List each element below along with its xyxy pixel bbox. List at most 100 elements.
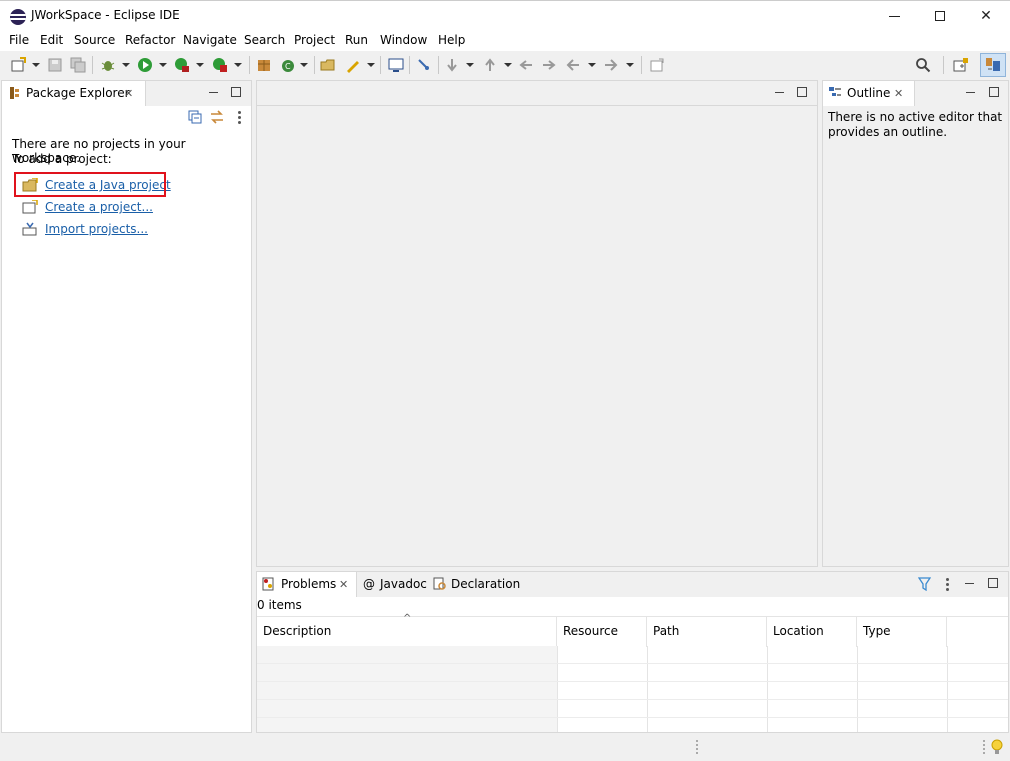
run-dropdown-icon[interactable] — [159, 63, 167, 67]
close-icon[interactable]: ✕ — [339, 578, 348, 591]
forward-dropdown-icon[interactable] — [626, 63, 634, 67]
minimize-view-icon[interactable] — [965, 583, 974, 584]
add-project-message: To add a project: — [12, 152, 112, 166]
close-icon[interactable]: ✕ — [124, 87, 133, 100]
open-type-icon[interactable] — [320, 57, 336, 73]
view-menu-icon[interactable] — [238, 110, 241, 124]
at-icon: @ — [363, 577, 375, 591]
menu-source[interactable]: Source — [74, 33, 115, 47]
close-icon[interactable]: ✕ — [894, 87, 903, 100]
menu-help[interactable]: Help — [438, 33, 465, 47]
tab-outline-label: Outline — [847, 86, 891, 100]
maximize-view-icon[interactable] — [231, 87, 241, 97]
save-all-icon[interactable] — [70, 57, 86, 73]
console-icon[interactable] — [388, 57, 404, 73]
external-tools-dropdown-icon[interactable] — [234, 63, 242, 67]
search-icon[interactable] — [915, 57, 931, 73]
forward-icon[interactable] — [603, 57, 619, 73]
run-icon[interactable] — [137, 57, 153, 73]
minimize-view-icon[interactable] — [209, 92, 218, 93]
maximize-view-icon[interactable] — [989, 87, 999, 97]
status-separator — [696, 740, 698, 754]
tab-problems-label: Problems — [281, 577, 337, 591]
menu-project[interactable]: Project — [294, 33, 335, 47]
minimize-editor-icon[interactable] — [775, 92, 784, 93]
minimize-button[interactable] — [871, 1, 917, 31]
outline-header: Outline ✕ — [823, 81, 1008, 106]
tab-problems[interactable]: Problems ✕ — [257, 572, 357, 597]
new-dropdown-icon[interactable] — [32, 63, 40, 67]
menu-navigate[interactable]: Navigate — [183, 33, 237, 47]
new-java-class-icon[interactable]: C — [280, 57, 296, 73]
open-task-icon[interactable] — [345, 57, 361, 73]
toggle-mark-occurrences-icon[interactable] — [416, 57, 432, 73]
maximize-view-icon[interactable] — [988, 578, 998, 588]
table-row — [257, 646, 1008, 664]
menu-run[interactable]: Run — [345, 33, 368, 47]
previous-annotation-dropdown-icon[interactable] — [504, 63, 512, 67]
close-button[interactable]: ✕ — [963, 1, 1009, 31]
problems-table-header: Description ^ Resource Path Location Typ… — [257, 613, 1008, 647]
column-description[interactable]: Description ^ — [257, 613, 557, 647]
external-tools-icon[interactable] — [212, 57, 228, 73]
next-annotation-icon[interactable] — [444, 57, 460, 73]
menu-window[interactable]: Window — [380, 33, 427, 47]
menu-search[interactable]: Search — [244, 33, 285, 47]
forward-edit-icon[interactable] — [541, 57, 557, 73]
debug-icon[interactable] — [100, 57, 116, 73]
column-resource[interactable]: Resource — [557, 617, 647, 647]
view-menu-icon[interactable] — [946, 578, 949, 592]
maximize-editor-icon[interactable] — [797, 87, 807, 97]
open-task-dropdown-icon[interactable] — [367, 63, 375, 67]
status-bar — [0, 733, 1010, 761]
coverage-icon[interactable] — [174, 57, 190, 73]
toolbar-separator — [943, 56, 944, 74]
tab-package-explorer[interactable]: Package Explorer ✕ — [2, 81, 146, 106]
tab-package-explorer-label: Package Explorer — [26, 86, 130, 100]
last-edit-location-icon[interactable] — [518, 57, 534, 73]
column-type[interactable]: Type — [857, 617, 947, 647]
import-projects-link[interactable]: Import projects... — [45, 222, 148, 236]
new-icon[interactable] — [10, 57, 26, 73]
toolbar-separator — [438, 56, 439, 74]
editor-header — [257, 81, 817, 106]
package-explorer-icon — [10, 87, 19, 99]
previous-annotation-icon[interactable] — [482, 57, 498, 73]
new-java-package-icon[interactable] — [256, 57, 272, 73]
create-project-link[interactable]: Create a project... — [45, 200, 153, 214]
highlight-box — [14, 172, 166, 197]
menu-bar: File Edit Source Refactor Navigate Searc… — [0, 31, 1010, 51]
menu-file[interactable]: File — [9, 33, 29, 47]
open-perspective-icon[interactable] — [953, 57, 969, 73]
back-icon[interactable] — [565, 57, 581, 73]
toolbar-separator — [92, 56, 93, 74]
column-location[interactable]: Location — [767, 617, 857, 647]
save-icon[interactable] — [47, 57, 63, 73]
item-count: 0 items — [257, 598, 302, 612]
lightbulb-icon[interactable] — [990, 738, 1004, 756]
java-perspective-icon — [986, 58, 1000, 71]
back-dropdown-icon[interactable] — [588, 63, 596, 67]
maximize-button[interactable] — [917, 1, 963, 31]
tab-declaration[interactable]: Declaration — [451, 577, 520, 591]
filter-icon[interactable] — [918, 577, 931, 591]
menu-refactor[interactable]: Refactor — [125, 33, 175, 47]
next-annotation-dropdown-icon[interactable] — [466, 63, 474, 67]
minimize-view-icon[interactable] — [966, 92, 975, 93]
debug-dropdown-icon[interactable] — [122, 63, 130, 67]
column-path[interactable]: Path — [647, 617, 767, 647]
collapse-all-icon[interactable] — [188, 110, 202, 124]
table-row — [257, 682, 1008, 700]
editor-area — [256, 80, 818, 567]
new-java-class-dropdown-icon[interactable] — [300, 63, 308, 67]
problems-panel: Problems ✕ @ Javadoc Declaration 0 items… — [256, 571, 1009, 733]
coverage-dropdown-icon[interactable] — [196, 63, 204, 67]
window-title: JWorkSpace - Eclipse IDE — [31, 8, 180, 22]
menu-edit[interactable]: Edit — [40, 33, 63, 47]
java-perspective-button[interactable] — [980, 53, 1006, 77]
tab-javadoc[interactable]: Javadoc — [380, 577, 427, 591]
toolbar-separator — [641, 56, 642, 74]
tab-outline[interactable]: Outline ✕ — [823, 81, 915, 106]
link-with-editor-icon[interactable] — [210, 110, 224, 124]
pin-editor-icon[interactable] — [649, 57, 665, 73]
